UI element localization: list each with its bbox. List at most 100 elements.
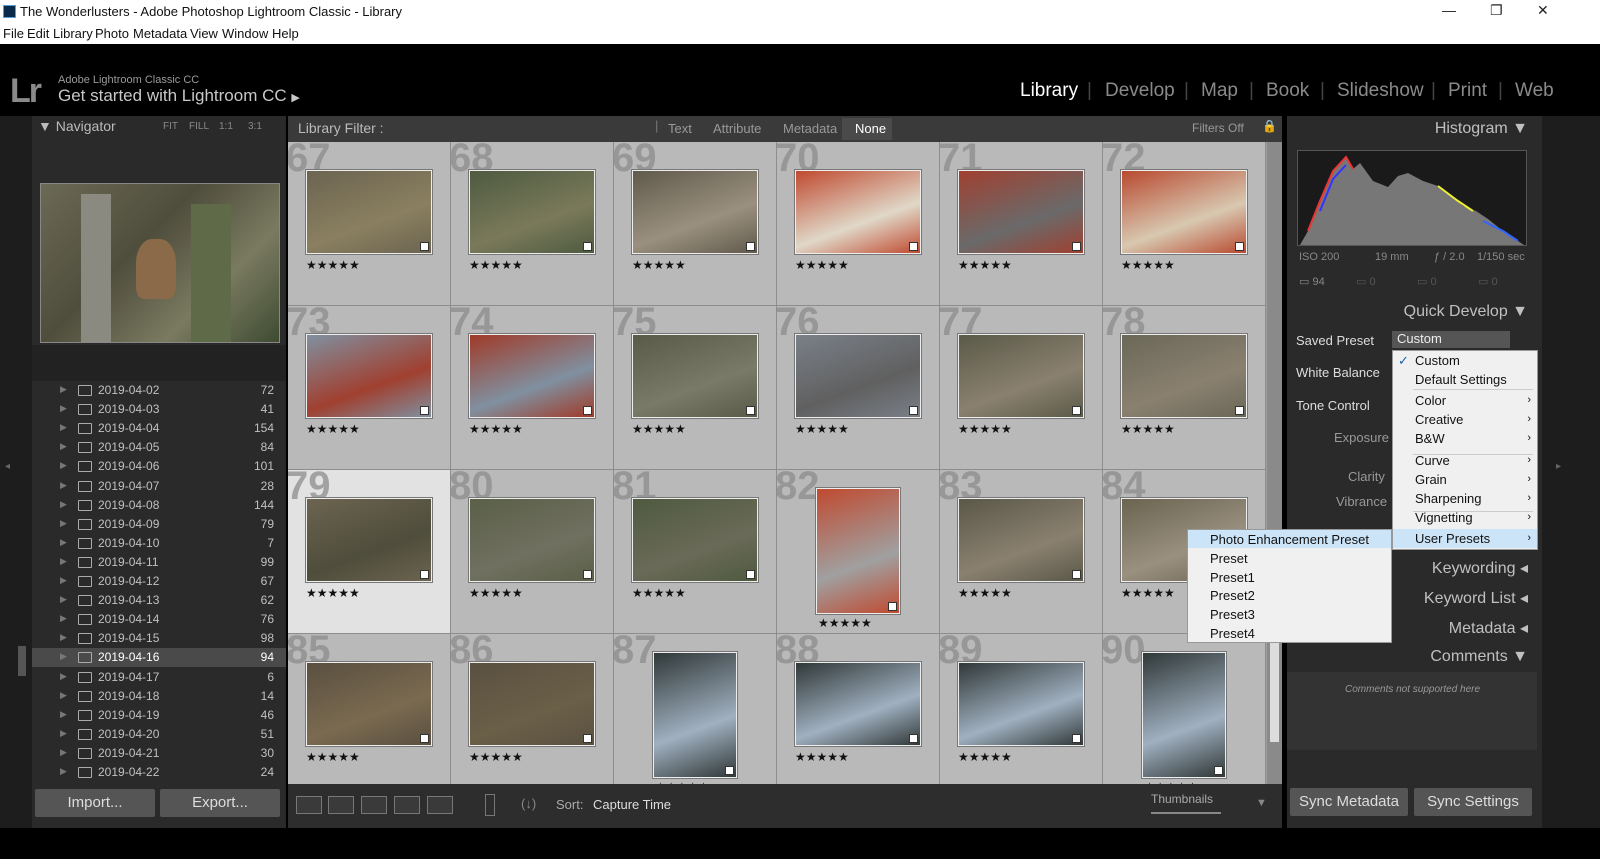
folder-row[interactable]: ▶ 2019-04-13 62 (32, 591, 286, 610)
photo-thumbnail[interactable] (632, 170, 758, 254)
grid-scrollbar[interactable] (1267, 142, 1282, 784)
expand-arrow-icon[interactable]: ▶ (60, 403, 67, 414)
expand-arrow-icon[interactable]: ▶ (60, 518, 67, 529)
photo-thumbnail[interactable] (306, 170, 432, 254)
folder-row[interactable]: ▶ 2019-04-14 76 (32, 610, 286, 629)
star-rating[interactable]: ★★★★★ (469, 750, 523, 764)
expand-arrow-icon[interactable]: ▶ (60, 460, 67, 471)
import-button[interactable]: Import... (35, 789, 155, 817)
menu-view[interactable]: View (190, 26, 218, 41)
folder-row[interactable]: ▶ 2019-04-05 84 (32, 438, 286, 457)
module-library[interactable]: Library (1020, 80, 1078, 102)
filter-tab-attribute[interactable]: Attribute (713, 121, 761, 136)
close-icon[interactable]: ✕ (1537, 2, 1549, 19)
star-rating[interactable]: ★★★★★ (958, 750, 1012, 764)
filter-tab-metadata[interactable]: Metadata (783, 121, 837, 136)
filter-tab-text[interactable]: Text (668, 121, 692, 136)
preset-menu-item[interactable]: Grain (1415, 472, 1447, 487)
preset-menu-item[interactable]: B&W (1415, 431, 1445, 446)
photo-thumbnail[interactable] (632, 334, 758, 418)
star-rating[interactable]: ★★★★★ (306, 586, 360, 600)
menu-file[interactable]: File (3, 26, 24, 41)
expand-arrow-icon[interactable]: ▶ (60, 613, 67, 624)
folder-row[interactable]: ▶ 2019-04-17 6 (32, 668, 286, 687)
folder-row[interactable]: ▶ 2019-04-22 24 (32, 763, 286, 782)
folder-row[interactable]: ▶ 2019-04-16 94 (32, 648, 286, 668)
module-print[interactable]: Print (1448, 80, 1487, 102)
spray-can-icon[interactable] (485, 794, 495, 816)
expand-arrow-icon[interactable]: ▶ (60, 537, 67, 548)
preset-menu-item[interactable]: Creative (1415, 412, 1463, 427)
grid-cell[interactable]: 88 ★★★★★ (777, 634, 940, 798)
expand-arrow-icon[interactable]: ▶ (60, 766, 67, 777)
compare-view-icon[interactable] (361, 796, 387, 814)
grid-cell[interactable]: 75 ★★★★★ (614, 306, 777, 470)
preset-menu-item[interactable]: Vignetting (1415, 510, 1473, 525)
module-book[interactable]: Book (1266, 80, 1309, 102)
left-scrollbar[interactable] (18, 646, 26, 676)
expand-arrow-icon[interactable]: ▶ (60, 499, 67, 510)
preset-menu-item[interactable]: Sharpening (1415, 491, 1482, 506)
star-rating[interactable]: ★★★★★ (469, 422, 523, 436)
star-rating[interactable]: ★★★★★ (1121, 422, 1175, 436)
module-map[interactable]: Map (1201, 80, 1238, 102)
photo-thumbnail[interactable] (958, 334, 1084, 418)
module-slideshow[interactable]: Slideshow (1337, 80, 1424, 102)
nav-zoom-1-1[interactable]: 1:1 (219, 121, 233, 132)
star-rating[interactable]: ★★★★★ (632, 586, 686, 600)
grid-cell[interactable]: 73 ★★★★★ (288, 306, 451, 470)
photo-thumbnail[interactable] (469, 170, 595, 254)
star-rating[interactable]: ★★★★★ (469, 586, 523, 600)
quick-develop-header[interactable]: Quick Develop ▼ (1404, 303, 1528, 321)
folder-row[interactable]: ▶ 2019-04-12 67 (32, 572, 286, 591)
thumbnail-size-slider[interactable] (1151, 812, 1221, 814)
star-rating[interactable]: ★★★★★ (1121, 586, 1175, 600)
grid-cell[interactable]: 85 ★★★★★ (288, 634, 451, 798)
star-rating[interactable]: ★★★★★ (632, 422, 686, 436)
loupe-view-icon[interactable] (328, 796, 354, 814)
lock-icon[interactable]: 🔒 (1262, 119, 1277, 133)
folder-row[interactable]: ▶ 2019-04-20 51 (32, 725, 286, 744)
expand-arrow-icon[interactable]: ▶ (60, 728, 67, 739)
grid-cell[interactable]: 76 ★★★★★ (777, 306, 940, 470)
comments-header[interactable]: Comments ▼ (1430, 648, 1528, 666)
sync-settings-button[interactable]: Sync Settings (1414, 788, 1532, 816)
photo-thumbnail[interactable] (1121, 334, 1247, 418)
module-web[interactable]: Web (1515, 80, 1554, 102)
user-preset-item[interactable]: Preset2 (1210, 588, 1255, 603)
folder-row[interactable]: ▶ 2019-04-21 30 (32, 744, 286, 763)
keywording-header[interactable]: Keywording ◂ (1432, 558, 1528, 578)
preset-menu-item[interactable]: Color (1415, 393, 1446, 408)
sort-select[interactable]: Capture Time (593, 797, 671, 812)
grid-cell[interactable]: 78 ★★★★★ (1103, 306, 1266, 470)
grid-view-icon[interactable] (296, 796, 322, 814)
expand-arrow-icon[interactable]: ▶ (60, 480, 67, 491)
preset-menu-item[interactable]: Custom (1415, 353, 1460, 368)
star-rating[interactable]: ★★★★★ (795, 258, 849, 272)
star-rating[interactable]: ★★★★★ (306, 750, 360, 764)
folder-row[interactable]: ▶ 2019-04-11 99 (32, 553, 286, 572)
grid-cell[interactable]: 68 ★★★★★ (451, 142, 614, 306)
expand-arrow-icon[interactable]: ▶ (60, 632, 67, 643)
user-preset-item[interactable]: Photo Enhancement Preset (1210, 532, 1369, 547)
grid-cell[interactable]: 87★★★★★ (614, 634, 777, 798)
grid-cell[interactable]: 82 ★★★★★ (777, 470, 940, 634)
preset-menu-item[interactable]: Default Settings (1415, 372, 1507, 387)
photo-thumbnail[interactable] (469, 662, 595, 746)
folder-row[interactable]: ▶ 2019-04-10 7 (32, 534, 286, 553)
people-view-icon[interactable] (427, 796, 453, 814)
folder-row[interactable]: ▶ 2019-04-08 144 (32, 496, 286, 515)
sync-metadata-button[interactable]: Sync Metadata (1290, 788, 1408, 816)
grid-cell[interactable]: 86 ★★★★★ (451, 634, 614, 798)
grid-cell[interactable]: 80 ★★★★★ (451, 470, 614, 634)
photo-thumbnail[interactable] (306, 662, 432, 746)
star-rating[interactable]: ★★★★★ (958, 586, 1012, 600)
photo-thumbnail[interactable] (958, 170, 1084, 254)
user-preset-item[interactable]: Preset (1210, 551, 1248, 566)
grid-cell[interactable]: 70 ★★★★★ (777, 142, 940, 306)
metadata-header[interactable]: Metadata ◂ (1449, 618, 1528, 638)
photo-thumbnail[interactable] (306, 334, 432, 418)
expand-arrow-icon[interactable]: ▶ (60, 651, 67, 662)
navigator-header[interactable]: ▼ Navigator (38, 118, 116, 134)
preset-menu-item[interactable]: Curve (1415, 453, 1450, 468)
